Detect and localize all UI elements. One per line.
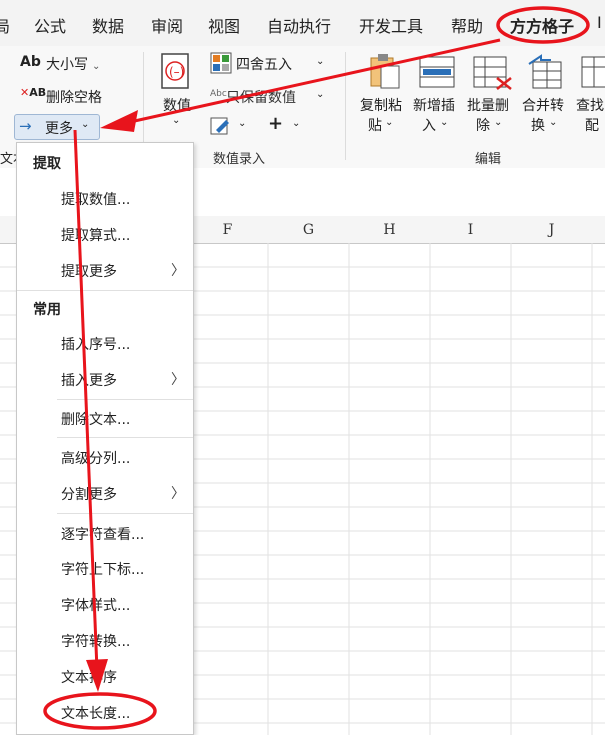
add-insert-button-line2: 入 bbox=[422, 118, 436, 134]
tab-formulas[interactable]: 公式 bbox=[34, 13, 66, 37]
menu-item-extract-more[interactable]: 提取更多 bbox=[61, 261, 117, 281]
menu-divider bbox=[57, 399, 193, 400]
column-header-j[interactable]: J bbox=[511, 218, 592, 242]
find-match-icon bbox=[581, 56, 605, 88]
copy-paste-icon bbox=[370, 54, 400, 89]
column-header-i[interactable]: I bbox=[430, 218, 511, 242]
batch-delete-icon bbox=[473, 56, 512, 90]
column-header-f[interactable]: F bbox=[187, 218, 268, 242]
case-button[interactable]: 大小写 ⌄ bbox=[46, 54, 100, 74]
batch-delete-button[interactable]: 批量删 bbox=[467, 95, 509, 115]
tab-developer[interactable]: 开发工具 bbox=[359, 13, 423, 37]
ribbon-tab-bar: 局 公式 数据 审阅 视图 自动执行 开发工具 帮助 方方格子 Ⅰ bbox=[0, 0, 605, 47]
tab-overflow-partial[interactable]: Ⅰ bbox=[597, 13, 602, 32]
menu-item-extract-formulas[interactable]: 提取算式... bbox=[61, 225, 130, 245]
chevron-down-icon: ⌄ bbox=[238, 118, 247, 129]
column-header-h[interactable]: H bbox=[349, 218, 430, 242]
add-insert-icon bbox=[419, 56, 455, 88]
menu-divider bbox=[57, 513, 193, 514]
numbers-button[interactable]: 数值 bbox=[163, 95, 191, 115]
chevron-down-icon: ⌄ bbox=[316, 56, 325, 67]
copy-paste-button-line2: 贴 bbox=[368, 118, 382, 134]
chevron-down-icon: ⌄ bbox=[549, 117, 558, 128]
chevron-down-icon: ⌄ bbox=[440, 117, 449, 128]
more-dropdown-menu: 提取 提取数值... 提取算式... 提取更多 〉 常用 插入序号... 插入更… bbox=[16, 142, 194, 735]
tab-help[interactable]: 帮助 bbox=[451, 13, 483, 37]
edit-group-label: 编辑 bbox=[475, 152, 502, 167]
numbers-icon: (–) bbox=[161, 53, 189, 89]
menu-section-extract: 提取 bbox=[33, 156, 61, 172]
chevron-down-icon: ⌄ bbox=[385, 117, 394, 128]
edit-cell-icon[interactable] bbox=[210, 116, 232, 136]
menu-item-text-sort[interactable]: 文本排序 bbox=[61, 667, 117, 687]
group-separator bbox=[345, 52, 346, 160]
chevron-right-icon: 〉 bbox=[171, 372, 185, 388]
tab-fangfang-gezi[interactable]: 方方格子 bbox=[510, 13, 574, 37]
copy-paste-button[interactable]: 复制粘 bbox=[360, 95, 402, 115]
chevron-down-icon: ⌄ bbox=[494, 117, 503, 128]
chevron-down-icon: ⌄ bbox=[316, 89, 325, 100]
merge-convert-button-line2: 换 bbox=[531, 118, 545, 134]
find-match-button-line2: 配 bbox=[585, 118, 599, 134]
menu-item-delete-text[interactable]: 删除文本... bbox=[61, 409, 130, 429]
menu-item-font-style[interactable]: 字体样式... bbox=[61, 595, 130, 615]
menu-item-extract-numbers[interactable]: 提取数值... bbox=[61, 189, 130, 209]
arrow-right-icon: → bbox=[19, 117, 32, 135]
plus-icon[interactable]: + bbox=[268, 113, 283, 134]
menu-item-char-convert[interactable]: 字符转换... bbox=[61, 631, 130, 651]
menu-item-char-view[interactable]: 逐字符查看... bbox=[61, 524, 144, 544]
tab-automate[interactable]: 自动执行 bbox=[267, 13, 331, 37]
chevron-right-icon: 〉 bbox=[171, 486, 185, 502]
add-insert-button[interactable]: 新增插 bbox=[413, 95, 455, 115]
keep-value-button[interactable]: 只保留数值 bbox=[226, 87, 296, 107]
tab-data[interactable]: 数据 bbox=[92, 13, 124, 37]
round-icon bbox=[210, 52, 232, 74]
svg-text:(–): (–) bbox=[169, 65, 184, 79]
merge-convert-icon bbox=[528, 54, 562, 89]
chevron-down-icon: ⌄ bbox=[172, 115, 181, 126]
menu-section-common: 常用 bbox=[33, 302, 61, 318]
menu-item-text-length[interactable]: 文本长度... bbox=[61, 703, 130, 723]
batch-delete-button-line2: 除 bbox=[476, 118, 490, 134]
menu-item-insert-more[interactable]: 插入更多 bbox=[61, 370, 117, 390]
menu-item-advanced-split[interactable]: 高级分列... bbox=[61, 448, 130, 468]
more-button[interactable]: → 更多 ⌄ bbox=[14, 114, 100, 140]
tab-review[interactable]: 审阅 bbox=[151, 13, 183, 37]
more-button-label: 更多 bbox=[45, 121, 73, 137]
menu-item-insert-serial[interactable]: 插入序号... bbox=[61, 334, 130, 354]
find-match-button[interactable]: 查找 bbox=[576, 95, 604, 115]
tab-view[interactable]: 视图 bbox=[208, 13, 240, 37]
menu-divider bbox=[57, 437, 193, 438]
menu-item-split-more[interactable]: 分割更多 bbox=[61, 484, 117, 504]
tab-layout-partial[interactable]: 局 bbox=[0, 13, 10, 37]
keep-value-icon: Abc bbox=[210, 89, 227, 99]
remove-spaces-icon: ✕AB bbox=[20, 86, 47, 99]
remove-spaces-button[interactable]: 删除空格 bbox=[46, 87, 102, 107]
merge-convert-button[interactable]: 合并转 bbox=[522, 95, 564, 115]
chevron-right-icon: 〉 bbox=[171, 263, 185, 279]
value-entry-group-label: 数值录入 bbox=[213, 152, 266, 167]
menu-item-superscript[interactable]: 字符上下标... bbox=[61, 559, 144, 579]
chevron-down-icon: ⌄ bbox=[292, 118, 301, 129]
case-icon: Ab bbox=[20, 54, 41, 70]
column-header-g[interactable]: G bbox=[268, 218, 349, 242]
menu-divider bbox=[17, 290, 193, 291]
round-button[interactable]: 四舍五入 bbox=[236, 54, 292, 74]
chevron-down-icon: ⌄ bbox=[81, 119, 90, 130]
